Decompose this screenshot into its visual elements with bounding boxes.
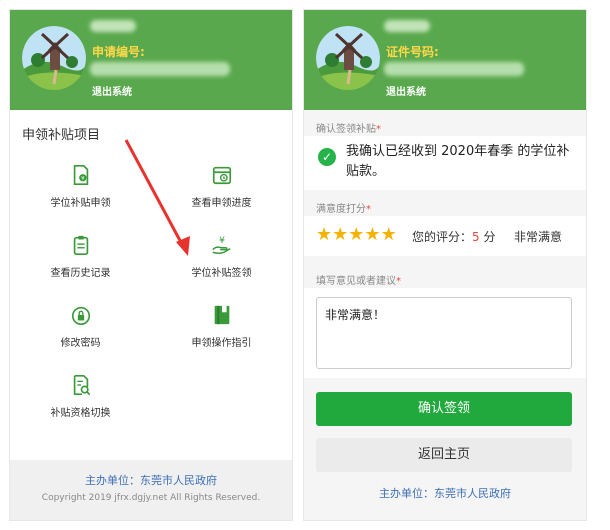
feedback-box: 非常满意！ (304, 288, 586, 378)
blurred-username (384, 20, 430, 32)
id-number-label: 证件号码: (386, 45, 439, 59)
user-header: 证件号码: 退出系统 (304, 10, 586, 110)
star-icon: ★ (380, 224, 397, 245)
check-circle-icon: ✓ (318, 148, 336, 166)
confirm-box[interactable]: ✓ 我确认已经收到 2020年春季 的学位补贴款。 (304, 136, 586, 190)
star-icon: ★ (364, 224, 381, 245)
rating-text: 非常满意 (514, 230, 563, 244)
sign-screen: 证件号码: 退出系统 确认签领补贴* ✓ 我确认已经收到 2020年春季 的学位… (304, 10, 586, 520)
windmill-icon (316, 26, 380, 90)
confirm-sign-button[interactable]: 确认签领 (316, 392, 572, 426)
logout-link[interactable]: 退出系统 (386, 83, 426, 98)
score-text: 您的评分：5 分 (412, 230, 496, 244)
menu-screen: 申请编号: 退出系统 申领补贴项目 ¥ 学位补贴申领 查看申领进度 查看历史记录 (10, 10, 292, 520)
footer-organizer: 主办单位：东莞市人民政府 (379, 487, 511, 500)
satisfaction-box: ★★★★★ 您的评分：5 分 非常满意 (304, 216, 586, 256)
footer: 主办单位：东莞市人民政府 (304, 482, 586, 501)
windmill-avatar (316, 26, 380, 90)
confirm-statement: 我确认已经收到 2020年春季 的学位补贴款。 (346, 144, 570, 179)
feedback-textarea[interactable]: 非常满意！ (316, 297, 572, 369)
star-rating[interactable]: ★★★★★ (316, 224, 397, 245)
confirm-section-label: 确认签领补贴* (316, 124, 381, 135)
blurred-id-number (384, 62, 524, 76)
star-icon: ★ (316, 224, 333, 245)
back-home-button[interactable]: 返回主页 (316, 438, 572, 472)
star-icon: ★ (332, 224, 349, 245)
star-icon: ★ (348, 224, 365, 245)
score-value: 5 (472, 230, 480, 244)
satisfaction-section-label: 满意度打分* (316, 204, 371, 215)
feedback-section-label: 填写意见或者建议* (316, 276, 401, 287)
red-arrow-annotation (124, 139, 190, 256)
